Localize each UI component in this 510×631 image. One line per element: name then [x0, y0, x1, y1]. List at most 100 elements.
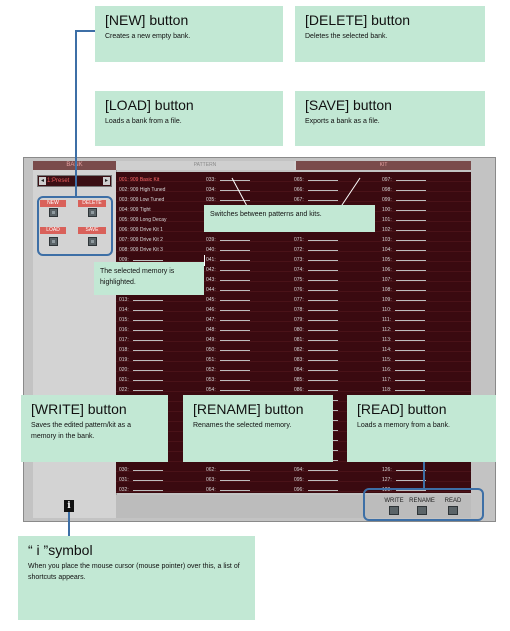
- memory-item-label: 044:: [206, 287, 216, 293]
- memory-item[interactable]: 006: 909 Drive Kit 1: [119, 225, 205, 235]
- empty-slot-line: [395, 179, 426, 181]
- memory-item[interactable]: 043:: [206, 275, 292, 285]
- memory-item[interactable]: 017:: [119, 335, 205, 345]
- memory-item[interactable]: 100:: [382, 205, 468, 215]
- memory-item[interactable]: 075:: [294, 275, 380, 285]
- memory-item[interactable]: 098:: [382, 185, 468, 195]
- memory-item[interactable]: 016:: [119, 325, 205, 335]
- info-icon[interactable]: i: [64, 500, 74, 512]
- empty-slot-line: [132, 319, 163, 321]
- bank-next-icon[interactable]: ▸: [103, 177, 110, 185]
- memory-item[interactable]: 050:: [206, 345, 292, 355]
- memory-item[interactable]: 048:: [206, 325, 292, 335]
- memory-item[interactable]: 071:: [294, 235, 380, 245]
- memory-item-label: 032:: [119, 487, 129, 491]
- memory-item[interactable]: 049:: [206, 335, 292, 345]
- memory-item[interactable]: 044:: [206, 285, 292, 295]
- memory-item[interactable]: 110:: [382, 305, 468, 315]
- memory-item[interactable]: 126:: [382, 465, 468, 475]
- memory-item[interactable]: 112:: [382, 325, 468, 335]
- memory-item[interactable]: 095:: [294, 475, 380, 485]
- memory-item[interactable]: 081:: [294, 335, 380, 345]
- memory-item[interactable]: 063:: [206, 475, 292, 485]
- memory-item[interactable]: 005: 909 Long Decay: [119, 215, 205, 225]
- memory-item[interactable]: 111:: [382, 315, 468, 325]
- memory-item-selected[interactable]: 001: 909 Basic Kit: [119, 175, 205, 185]
- memory-item-label: 078:: [294, 307, 304, 313]
- memory-item[interactable]: 113:: [382, 335, 468, 345]
- memory-item[interactable]: 115:: [382, 355, 468, 365]
- memory-item[interactable]: 106:: [382, 265, 468, 275]
- memory-item[interactable]: 086:: [294, 385, 380, 395]
- memory-item[interactable]: 097:: [382, 175, 468, 185]
- memory-item[interactable]: 072:: [294, 245, 380, 255]
- memory-item[interactable]: 099:: [382, 195, 468, 205]
- empty-slot-line: [219, 269, 250, 271]
- save-callout-title: [SAVE] button: [305, 97, 392, 113]
- memory-item[interactable]: 101:: [382, 215, 468, 225]
- tab-pattern[interactable]: PATTERN: [116, 161, 294, 170]
- memory-item[interactable]: 045:: [206, 295, 292, 305]
- memory-item[interactable]: 004: 909 Tight: [119, 205, 205, 215]
- memory-item[interactable]: 052:: [206, 365, 292, 375]
- memory-item[interactable]: 019:: [119, 355, 205, 365]
- memory-item[interactable]: 076:: [294, 285, 380, 295]
- memory-item[interactable]: 084:: [294, 365, 380, 375]
- memory-item[interactable]: 079:: [294, 315, 380, 325]
- memory-item[interactable]: 077:: [294, 295, 380, 305]
- memory-item[interactable]: 008: 909 Drive Kit 3: [119, 245, 205, 255]
- memory-item[interactable]: 118:: [382, 385, 468, 395]
- memory-item[interactable]: 082:: [294, 345, 380, 355]
- memory-item[interactable]: 032:: [119, 485, 205, 491]
- leader-line: [204, 255, 205, 266]
- memory-item[interactable]: 080:: [294, 325, 380, 335]
- memory-item[interactable]: 031:: [119, 475, 205, 485]
- memory-item[interactable]: 042:: [206, 265, 292, 275]
- memory-item[interactable]: 015:: [119, 315, 205, 325]
- memory-item[interactable]: 030:: [119, 465, 205, 475]
- memory-item[interactable]: 073:: [294, 255, 380, 265]
- memory-item[interactable]: 116:: [382, 365, 468, 375]
- memory-item[interactable]: 003: 909 Low Tuned: [119, 195, 205, 205]
- memory-item[interactable]: 018:: [119, 345, 205, 355]
- memory-item[interactable]: 013:: [119, 295, 205, 305]
- memory-item[interactable]: 047:: [206, 315, 292, 325]
- memory-item[interactable]: 085:: [294, 375, 380, 385]
- memory-item[interactable]: 039:: [206, 235, 292, 245]
- memory-item[interactable]: 105:: [382, 255, 468, 265]
- memory-item[interactable]: 127:: [382, 475, 468, 485]
- memory-item[interactable]: 014:: [119, 305, 205, 315]
- memory-item-label: 071:: [294, 237, 304, 243]
- memory-item[interactable]: 054:: [206, 385, 292, 395]
- memory-item[interactable]: 103:: [382, 235, 468, 245]
- memory-item[interactable]: 109:: [382, 295, 468, 305]
- memory-item[interactable]: 108:: [382, 285, 468, 295]
- memory-item-label: 116:: [382, 367, 392, 373]
- memory-item[interactable]: 083:: [294, 355, 380, 365]
- memory-item[interactable]: 022:: [119, 385, 205, 395]
- memory-item[interactable]: 007: 909 Drive Kit 2: [119, 235, 205, 245]
- memory-item[interactable]: 041:: [206, 255, 292, 265]
- memory-item[interactable]: 064:: [206, 485, 292, 491]
- memory-item[interactable]: 104:: [382, 245, 468, 255]
- memory-item[interactable]: 102:: [382, 225, 468, 235]
- memory-item[interactable]: 021:: [119, 375, 205, 385]
- memory-item[interactable]: 114:: [382, 345, 468, 355]
- bank-prev-icon[interactable]: ◂: [39, 177, 46, 185]
- empty-slot-line: [219, 259, 250, 261]
- memory-item[interactable]: 107:: [382, 275, 468, 285]
- memory-item[interactable]: 062:: [206, 465, 292, 475]
- memory-item[interactable]: 046:: [206, 305, 292, 315]
- memory-item[interactable]: 117:: [382, 375, 468, 385]
- memory-item[interactable]: 051:: [206, 355, 292, 365]
- empty-slot-line: [395, 389, 426, 391]
- memory-item[interactable]: 020:: [119, 365, 205, 375]
- memory-item[interactable]: 074:: [294, 265, 380, 275]
- memory-item[interactable]: 040:: [206, 245, 292, 255]
- memory-item[interactable]: 078:: [294, 305, 380, 315]
- memory-item[interactable]: 094:: [294, 465, 380, 475]
- tab-kit[interactable]: KIT: [296, 161, 471, 170]
- empty-slot-line: [395, 239, 426, 241]
- memory-item[interactable]: 002: 909 High Tuned: [119, 185, 205, 195]
- memory-item[interactable]: 053:: [206, 375, 292, 385]
